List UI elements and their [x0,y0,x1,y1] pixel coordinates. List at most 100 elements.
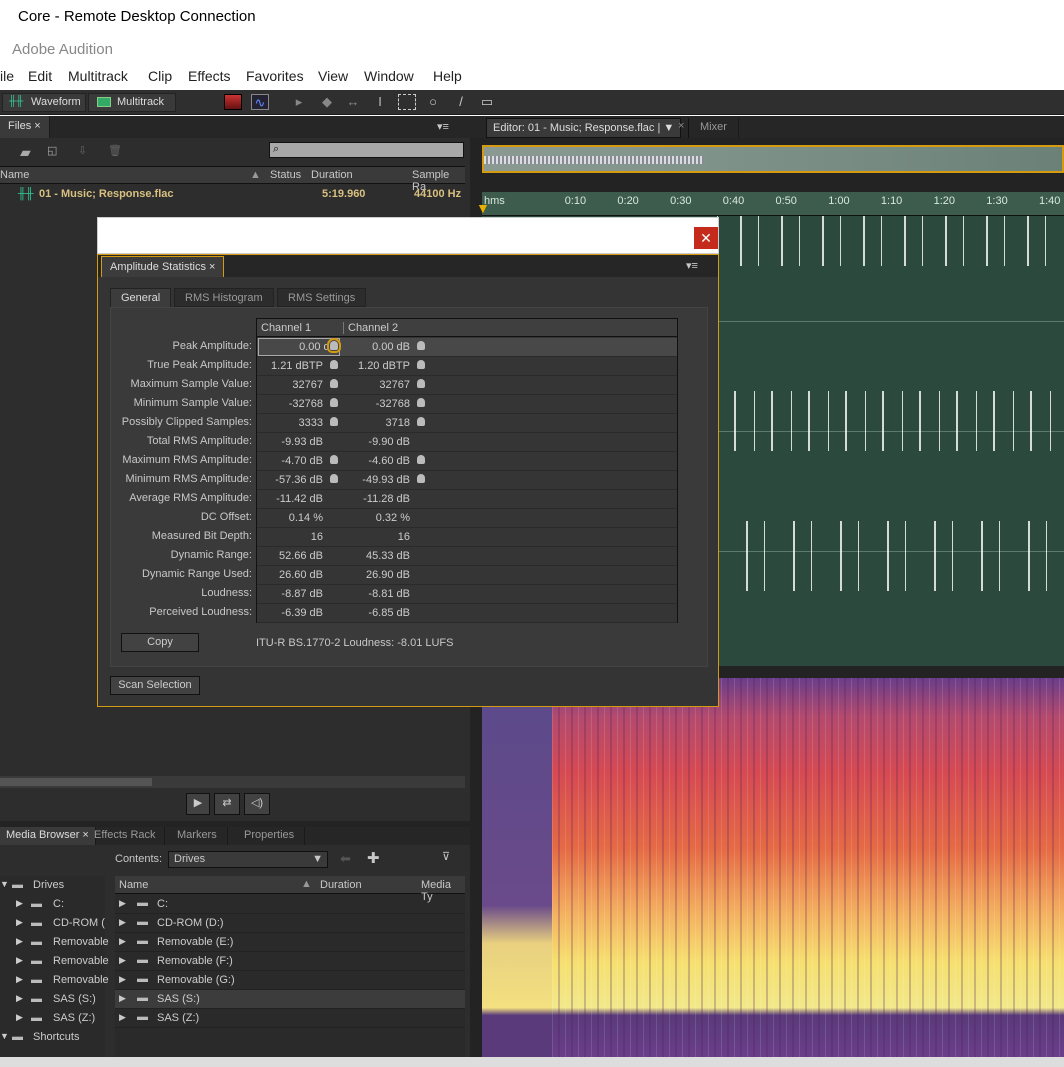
tab-media-browser[interactable]: Media Browser × [0,827,96,845]
waveform-button[interactable]: ╫╫ Waveform [2,93,86,112]
marker-pin-icon[interactable] [417,341,425,350]
tab-amplitude-statistics[interactable]: Amplitude Statistics × [101,256,225,277]
expand-icon[interactable]: ▶ [119,1012,126,1023]
marker-pin-icon[interactable] [327,338,341,353]
time-selection-icon[interactable]: I [371,94,389,110]
menu-item[interactable]: Edit [28,68,52,84]
panel-menu-icon[interactable]: ▾≡ [686,259,698,272]
list-item[interactable]: ▶ ▬ SAS (S:) [115,990,465,1009]
menu-item[interactable]: Clip [148,68,172,84]
file-row[interactable]: ╫╫ 01 - Music; Response.flac 5:19.960 44… [0,186,465,204]
marker-pin-icon[interactable] [417,417,425,426]
tree-item[interactable]: Removable [53,974,109,986]
tab-markers[interactable]: Markers [167,827,228,845]
col-duration[interactable]: Duration [320,879,362,891]
multitrack-button[interactable]: Multitrack [88,93,176,112]
expand-icon[interactable]: ▶ [119,898,126,909]
list-item[interactable]: ▶ ▬ Removable (F:) [115,952,465,971]
tab-general[interactable]: General [110,288,172,307]
marker-pin-icon[interactable] [330,360,338,369]
channel-1-value[interactable]: 0.00 dB [258,338,340,356]
marker-pin-icon[interactable] [417,474,425,483]
tree-item[interactable]: Drives [33,879,64,891]
menu-item[interactable]: ile [0,68,14,84]
menu-item[interactable]: Window [364,68,414,84]
scroll-thumb[interactable] [0,778,152,786]
tab-properties[interactable]: Properties [234,827,306,845]
tab-effects-rack[interactable]: Effects Rack [86,827,165,845]
list-item[interactable]: ▶ ▬ Removable (E:) [115,933,465,952]
menu-item[interactable]: Favorites [246,68,304,84]
close-icon[interactable]: × [209,261,215,273]
marker-pin-icon[interactable] [417,455,425,464]
brush-icon[interactable]: / [452,94,470,110]
loop-icon[interactable]: ⇄ [214,793,240,815]
razor-tool-icon[interactable]: ◆ [318,94,336,110]
tree-item[interactable]: SAS (S:) [53,993,96,1005]
contents-dropdown[interactable]: Drives ▼ [168,851,328,868]
files-search-input[interactable]: ⌕ [269,142,464,158]
col-duration[interactable]: Duration [311,169,353,181]
tree-item[interactable]: Removable [53,955,109,967]
spectral-pitch-icon[interactable]: ∿ [251,94,269,110]
expand-icon[interactable]: ▶ [16,917,23,928]
healing-icon[interactable]: ▭ [478,94,496,110]
expand-icon[interactable]: ▼ [0,1031,9,1041]
playhead-icon[interactable]: ▼ [476,200,490,216]
insert-icon[interactable]: ◱ [47,144,57,157]
add-icon[interactable]: ✚ [367,849,380,867]
expand-icon[interactable]: ▶ [16,955,23,966]
filter-icon[interactable]: ⊽ [442,850,450,863]
expand-icon[interactable]: ▶ [119,993,126,1004]
marker-pin-icon[interactable] [330,379,338,388]
expand-icon[interactable]: ▶ [16,974,23,985]
expand-icon[interactable]: ▶ [16,1012,23,1023]
slip-tool-icon[interactable]: ↔ [344,94,362,110]
marker-pin-icon[interactable] [330,474,338,483]
menu-item[interactable]: Help [433,68,462,84]
expand-icon[interactable]: ▶ [119,955,126,966]
tree-item[interactable]: CD-ROM ( [53,917,105,929]
horizontal-scrollbar[interactable] [0,776,465,788]
expand-icon[interactable]: ▶ [119,917,126,928]
chevron-down-icon[interactable]: | ▼ [657,122,674,134]
move-tool-icon[interactable]: ▸ [290,94,308,110]
speaker-icon[interactable]: ◁) [244,793,270,815]
open-file-icon[interactable]: ▰ [20,144,31,161]
tab-editor[interactable]: Editor: 01 - Music; Response.flac | ▼ [486,118,682,138]
marquee-icon[interactable] [398,94,416,110]
list-item[interactable]: ▶ ▬ CD-ROM (D:) [115,914,465,933]
tree-item[interactable]: SAS (Z:) [53,1012,95,1024]
marker-pin-icon[interactable] [330,455,338,464]
expand-icon[interactable]: ▶ [16,993,23,1004]
tab-mixer[interactable]: Mixer [688,118,739,138]
lasso-icon[interactable]: ○ [424,94,442,110]
col-name[interactable]: Name [0,169,29,181]
expand-icon[interactable]: ▶ [119,974,126,985]
tree-item[interactable]: C: [53,898,64,910]
close-icon[interactable]: × [34,120,40,132]
marker-pin-icon[interactable] [417,360,425,369]
tree-item[interactable]: Shortcuts [33,1031,79,1043]
marker-pin-icon[interactable] [417,398,425,407]
list-item[interactable]: ▶ ▬ Removable (G:) [115,971,465,990]
close-icon[interactable]: × [678,120,684,132]
marker-pin-icon[interactable] [330,417,338,426]
close-button[interactable]: ✕ [694,227,718,249]
marker-pin-icon[interactable] [417,379,425,388]
tab-rms-histogram[interactable]: RMS Histogram [174,288,274,307]
scan-selection-button[interactable]: Scan Selection [110,676,200,695]
spectral-display[interactable] [482,678,1064,1057]
tab-rms-settings[interactable]: RMS Settings [277,288,367,307]
marker-pin-icon[interactable] [330,398,338,407]
time-ruler[interactable]: hms 0:10 0:20 0:30 0:40 0:50 1:00 1:10 1:20 1:30 1… [482,192,1064,216]
col-status[interactable]: Status [270,169,301,181]
menu-item[interactable]: Effects [188,68,231,84]
spectral-frequency-icon[interactable] [224,94,242,110]
tab-files[interactable]: Files × [0,116,50,138]
list-item[interactable]: ▶ ▬ SAS (Z:) [115,1009,465,1028]
expand-icon[interactable]: ▼ [0,879,9,889]
play-icon[interactable]: ▶ [186,793,210,815]
list-item[interactable]: ▶ ▬ C: [115,895,465,914]
col-name[interactable]: Name [119,879,148,891]
